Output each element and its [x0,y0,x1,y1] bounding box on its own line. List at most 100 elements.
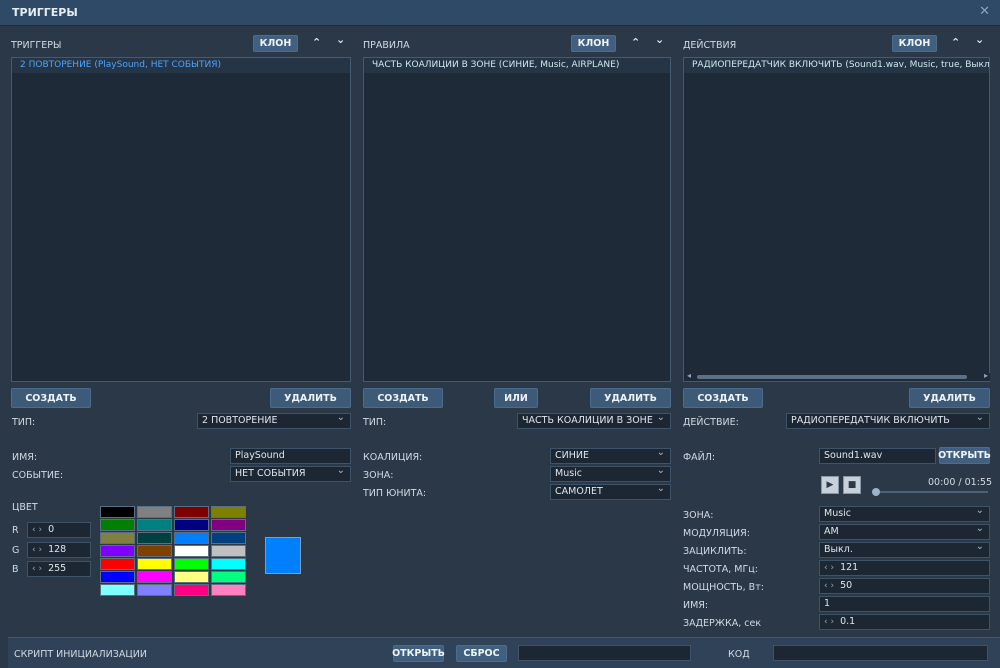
rules-create-button[interactable]: СОЗДАТЬ [363,388,443,408]
triggers-clone-button[interactable]: КЛОН [253,35,298,52]
coalition-select[interactable]: СИНИЕ [550,448,671,464]
init-script-open-button[interactable]: ОТКРЫТЬ [392,645,445,662]
delay-stepper[interactable]: ‹ › 0.1 [819,614,990,630]
scrollbar-thumb[interactable] [697,375,967,379]
rule-zone-select[interactable]: Music [550,466,671,482]
color-swatch[interactable] [174,532,209,544]
list-item[interactable]: ЧАСТЬ КОАЛИЦИИ В ЗОНЕ (СИНИЕ, Music, AIR… [364,58,670,73]
rules-up-icon[interactable]: ⌃ [631,36,640,49]
color-swatch[interactable] [174,584,209,596]
color-swatch[interactable] [174,558,209,570]
rules-down-icon[interactable]: ⌄ [655,33,664,46]
triggers-delete-button[interactable]: УДАЛИТЬ [270,388,351,408]
color-swatch[interactable] [211,545,246,557]
r-value: 0 [48,524,55,535]
triggers-create-button[interactable]: СОЗДАТЬ [11,388,91,408]
color-swatch[interactable] [174,571,209,583]
unit-type-select[interactable]: САМОЛЕТ [550,484,671,500]
action-name-label: ИМЯ: [683,600,709,611]
actions-create-button[interactable]: СОЗДАТЬ [683,388,763,408]
code-label: КОД [728,649,750,660]
scroll-right-icon[interactable]: ▸ [984,371,988,380]
color-swatch[interactable] [211,558,246,570]
g-label: G [12,545,20,556]
trigger-name-input[interactable]: PlaySound [230,448,351,464]
color-swatch[interactable] [211,519,246,531]
color-swatch[interactable] [137,532,172,544]
close-icon[interactable]: ✕ [979,4,990,19]
file-open-button[interactable]: ОТКРЫТЬ [938,447,991,464]
loop-label: ЗАЦИКЛИТЬ: [683,546,747,557]
actions-up-icon[interactable]: ⌃ [951,36,960,49]
color-swatch[interactable] [100,532,135,544]
triggers-list[interactable]: 2 ПОВТОРЕНИЕ (PlaySound, НЕТ СОБЫТИЯ) [11,57,351,382]
color-swatch[interactable] [211,571,246,583]
r-label: R [12,525,19,536]
power-stepper[interactable]: ‹ › 50 [819,578,990,594]
file-label: ФАЙЛ: [683,452,716,463]
frequency-stepper[interactable]: ‹ › 121 [819,560,990,576]
color-swatch[interactable] [100,545,135,557]
trigger-type-select[interactable]: 2 ПОВТОРЕНИЕ [197,413,351,429]
color-swatch[interactable] [137,545,172,557]
color-swatch[interactable] [211,532,246,544]
triggers-up-icon[interactable]: ⌃ [312,36,321,49]
color-swatch[interactable] [211,506,246,518]
color-swatch[interactable] [137,558,172,570]
r-stepper[interactable]: ‹ › 0 [27,522,91,538]
b-stepper[interactable]: ‹ › 255 [27,561,91,577]
actions-clone-button[interactable]: КЛОН [892,35,937,52]
color-swatch[interactable] [100,584,135,596]
actions-list[interactable]: РАДИОПЕРЕДАТЧИК ВКЛЮЧИТЬ (Sound1.wav, Mu… [683,57,990,382]
unit-type-label: ТИП ЮНИТА: [363,488,427,499]
color-swatch[interactable] [100,506,135,518]
triggers-down-icon[interactable]: ⌄ [336,33,345,46]
playback-track[interactable] [876,491,988,493]
file-input[interactable]: Sound1.wav [819,448,936,464]
action-select[interactable]: РАДИОПЕРЕДАТЧИК ВКЛЮЧИТЬ [786,413,990,429]
b-label: B [12,564,19,575]
rule-type-label: ТИП: [363,417,387,428]
g-stepper[interactable]: ‹ › 128 [27,542,91,558]
list-item[interactable]: 2 ПОВТОРЕНИЕ (PlaySound, НЕТ СОБЫТИЯ) [12,58,350,73]
list-item[interactable]: РАДИОПЕРЕДАТЧИК ВКЛЮЧИТЬ (Sound1.wav, Mu… [684,58,989,73]
init-script-label: СКРИПТ ИНИЦИАЛИЗАЦИИ [14,649,147,660]
color-swatch[interactable] [137,584,172,596]
rules-or-button[interactable]: ИЛИ [494,388,538,408]
rules-clone-button[interactable]: КЛОН [571,35,616,52]
color-swatch[interactable] [100,558,135,570]
rules-delete-button[interactable]: УДАЛИТЬ [590,388,671,408]
color-swatch[interactable] [174,545,209,557]
color-swatch[interactable] [100,571,135,583]
actions-delete-button[interactable]: УДАЛИТЬ [909,388,990,408]
color-swatch[interactable] [174,506,209,518]
rules-header: ПРАВИЛА [363,40,410,51]
actions-down-icon[interactable]: ⌄ [975,33,984,46]
loop-select[interactable]: Выкл. [819,542,990,558]
color-swatch[interactable] [137,506,172,518]
stop-icon[interactable]: ■ [843,476,861,494]
trigger-event-select[interactable]: НЕТ СОБЫТИЯ [230,466,351,482]
trigger-event-label: СОБЫТИЕ: [12,470,64,481]
init-script-reset-button[interactable]: СБРОС [456,645,507,662]
scroll-left-icon[interactable]: ◂ [687,371,691,380]
action-name-input[interactable]: 1 [819,596,990,612]
color-swatch[interactable] [211,584,246,596]
init-script-input[interactable] [518,645,691,661]
actions-header: ДЕЙСТВИЯ [683,40,737,51]
color-swatch[interactable] [100,519,135,531]
b-value: 255 [48,563,67,574]
rules-list[interactable]: ЧАСТЬ КОАЛИЦИИ В ЗОНЕ (СИНИЕ, Music, AIR… [363,57,671,382]
action-zone-select[interactable]: Music [819,506,990,522]
rule-zone-label: ЗОНА: [363,470,394,481]
playback-slider-handle[interactable] [872,488,880,496]
play-icon[interactable]: ▶ [821,476,839,494]
actions-list-scrollbar[interactable]: ◂ ▸ [685,371,990,381]
modulation-select[interactable]: AM [819,524,990,540]
rule-type-select[interactable]: ЧАСТЬ КОАЛИЦИИ В ЗОНЕ [517,413,671,429]
color-swatch[interactable] [174,519,209,531]
color-swatch[interactable] [137,571,172,583]
color-swatch[interactable] [137,519,172,531]
frequency-label: ЧАСТОТА, МГц: [683,564,758,575]
code-input[interactable] [773,645,988,661]
